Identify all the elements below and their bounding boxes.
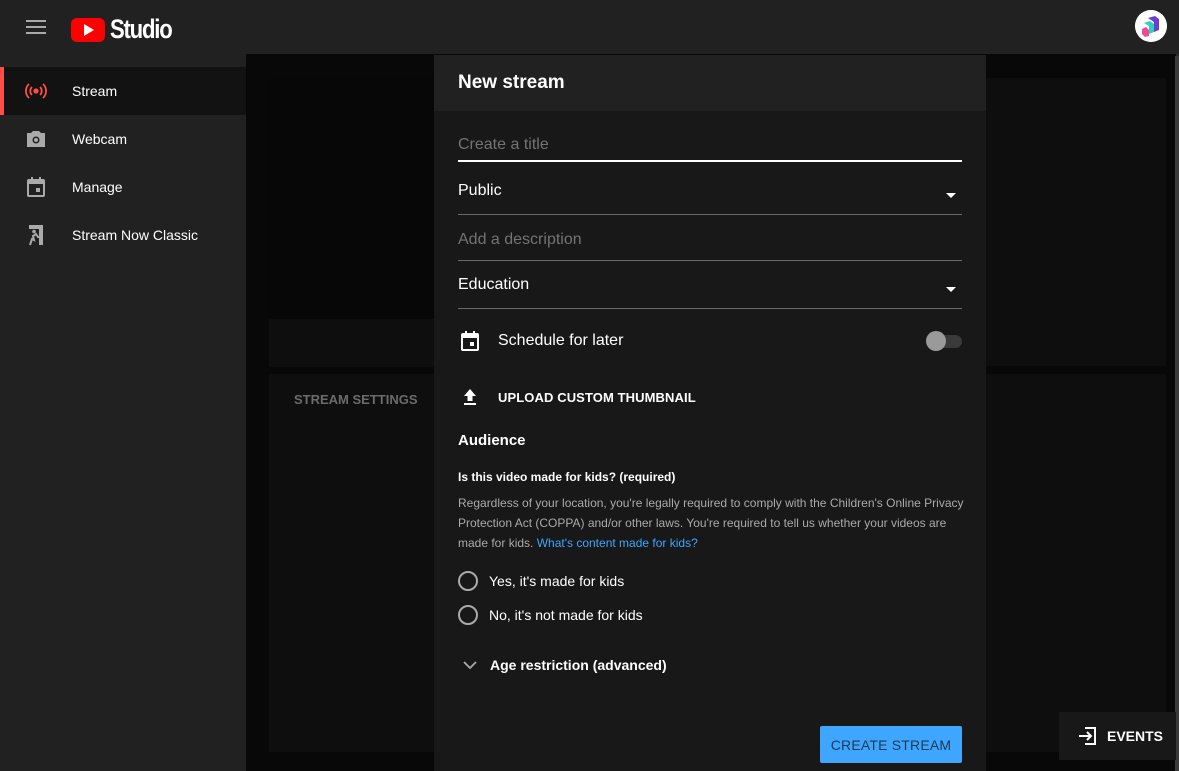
description-input[interactable]: [458, 225, 962, 255]
sidebar-item-label: Stream Now Classic: [72, 227, 199, 243]
sidebar-item-webcam[interactable]: Webcam: [0, 115, 246, 163]
studio-logo[interactable]: Studio: [71, 14, 185, 45]
radio-circle[interactable]: [458, 605, 478, 625]
kids-question: Is this video made for kids? (required): [458, 470, 676, 484]
category-select[interactable]: Education: [458, 273, 962, 309]
login-arrow-icon: [1079, 727, 1096, 745]
radio-made-for-kids[interactable]: Yes, it's made for kids: [458, 571, 624, 591]
channel-avatar-icon: [1135, 10, 1167, 42]
toggle-thumb: [926, 331, 946, 351]
upload-icon: [464, 389, 476, 405]
camera-icon: [27, 131, 45, 147]
side-panel: [986, 78, 1166, 366]
radio-circle[interactable]: [458, 571, 478, 591]
radio-label: Yes, it's made for kids: [489, 573, 625, 589]
events-label: EVENTS: [1107, 728, 1164, 744]
stream-settings-panel: [269, 374, 435, 752]
sidebar-item-label: Webcam: [72, 131, 127, 147]
visibility-select[interactable]: Public: [458, 179, 962, 215]
sidebar-item-stream-now-classic[interactable]: Stream Now Classic: [0, 211, 246, 259]
menu-icon[interactable]: [26, 20, 46, 34]
category-value: Education: [458, 276, 530, 293]
dropdown-arrow-icon: [946, 287, 956, 292]
preview-panel: [269, 78, 435, 318]
youtube-play-icon: [71, 17, 105, 42]
coppa-explanation: Regardless of your location, you're lega…: [458, 493, 968, 553]
radio-label: No, it's not made for kids: [489, 607, 643, 623]
calendar-icon: [27, 177, 45, 197]
preview-footer: [269, 319, 435, 367]
chevron-down-icon: [463, 661, 477, 670]
age-restriction-toggle[interactable]: Age restriction (advanced): [462, 657, 667, 673]
title-input[interactable]: [458, 130, 962, 160]
audience-title: Audience: [458, 432, 526, 449]
sidebar-item-label: Stream: [72, 83, 118, 99]
stream-settings-label: STREAM SETTINGS: [294, 392, 418, 407]
schedule-toggle[interactable]: [926, 331, 962, 351]
events-button[interactable]: EVENTS: [1059, 712, 1176, 760]
side-panel-lower: [986, 374, 1166, 752]
dialog-title: New stream: [458, 72, 565, 93]
upload-thumbnail-button[interactable]: UPLOAD CUSTOM THUMBNAIL: [498, 390, 696, 405]
exit-run-icon: [29, 225, 43, 246]
sidebar-item-stream[interactable]: Stream: [0, 67, 246, 115]
new-stream-dialog: New stream Public Education Schedule for…: [434, 55, 986, 771]
description-field[interactable]: [458, 225, 962, 261]
schedule-label: Schedule for later: [498, 332, 624, 349]
broadcast-icon: [25, 83, 47, 99]
calendar-icon: [461, 331, 479, 351]
explanation-text: Regardless of your location, you're lega…: [458, 496, 964, 550]
scrollbar[interactable]: [1175, 56, 1179, 771]
radio-not-made-for-kids[interactable]: No, it's not made for kids: [458, 605, 643, 625]
avatar[interactable]: [1135, 10, 1167, 42]
visibility-value: Public: [458, 182, 502, 199]
sidebar-item-manage[interactable]: Manage: [0, 163, 246, 211]
top-bar: Studio: [0, 0, 1179, 54]
sidebar: Stream Webcam Manage Stream Now Classic: [0, 54, 246, 771]
sidebar-item-label: Manage: [72, 179, 123, 195]
dialog-header: New stream: [434, 55, 986, 111]
create-stream-button[interactable]: CREATE STREAM: [820, 726, 962, 763]
age-restriction-label: Age restriction (advanced): [490, 657, 667, 673]
title-field[interactable]: [458, 130, 962, 162]
dropdown-arrow-icon: [946, 193, 956, 198]
made-for-kids-link[interactable]: What's content made for kids?: [537, 536, 698, 550]
logo-text: Studio: [110, 14, 173, 44]
